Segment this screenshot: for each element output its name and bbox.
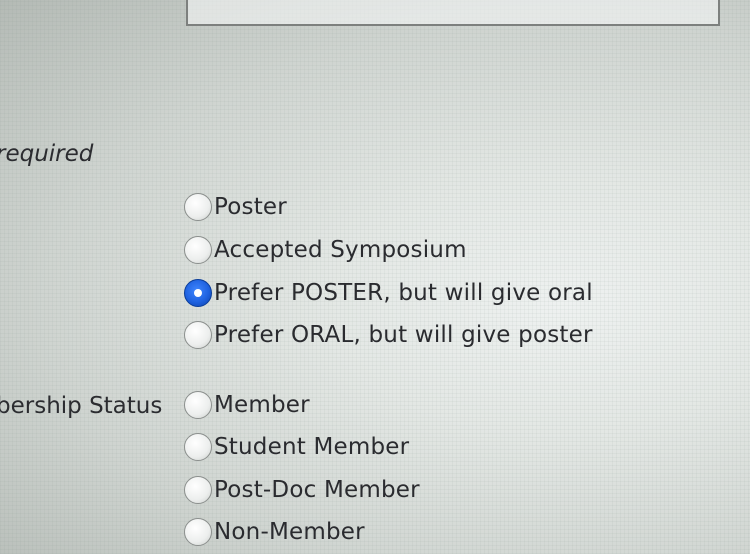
radio-label: Accepted Symposium — [214, 237, 467, 263]
radio-option-student-member[interactable]: Student Member — [184, 431, 409, 463]
radio-button[interactable] — [184, 193, 212, 221]
radio-label: Non-Member — [214, 519, 365, 545]
radio-option-prefer-poster[interactable]: Prefer POSTER, but will give oral — [184, 277, 593, 309]
radio-button[interactable] — [184, 433, 212, 461]
radio-button-selected[interactable] — [184, 279, 212, 307]
radio-option-member[interactable]: Member — [184, 389, 310, 421]
membership-status-label: bership Status — [0, 393, 163, 419]
radio-label: Prefer POSTER, but will give oral — [214, 280, 593, 306]
form-screen: required Poster Accepted Symposium Prefe… — [0, 0, 750, 554]
radio-button[interactable] — [184, 518, 212, 546]
radio-button[interactable] — [184, 476, 212, 504]
text-area-field[interactable] — [186, 0, 720, 26]
radio-option-poster[interactable]: Poster — [184, 191, 287, 223]
radio-label: Member — [214, 392, 310, 418]
radio-dot-icon — [194, 289, 202, 297]
radio-option-prefer-oral[interactable]: Prefer ORAL, but will give poster — [184, 319, 593, 351]
radio-option-non-member[interactable]: Non-Member — [184, 516, 365, 548]
radio-label: Student Member — [214, 434, 410, 460]
radio-label: Post-Doc Member — [214, 477, 420, 503]
radio-button[interactable] — [184, 236, 212, 264]
required-label: required — [0, 141, 94, 167]
radio-option-accepted-symposium[interactable]: Accepted Symposium — [184, 234, 467, 266]
radio-label: Prefer ORAL, but will give poster — [214, 322, 593, 348]
radio-label: Poster — [214, 194, 287, 220]
radio-button[interactable] — [184, 321, 212, 349]
radio-option-post-doc-member[interactable]: Post-Doc Member — [184, 474, 420, 506]
radio-button[interactable] — [184, 391, 212, 419]
